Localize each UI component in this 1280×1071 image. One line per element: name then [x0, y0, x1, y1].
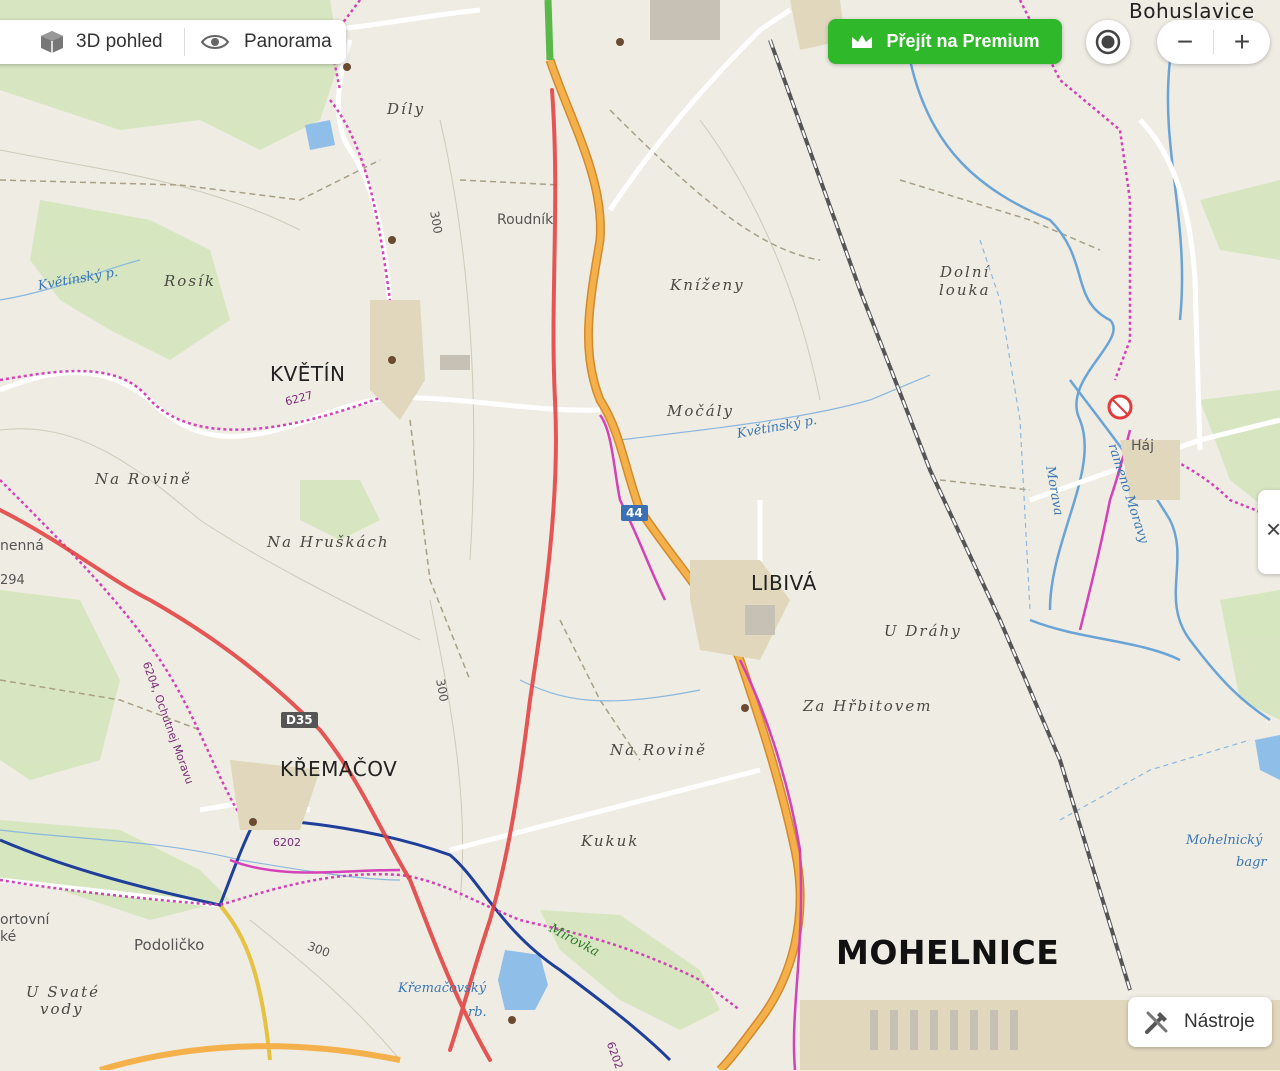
rivers — [908, 59, 1271, 722]
lake-label-mohelnicky: Mohelnický — [1186, 833, 1263, 848]
village-label-podolicko: Podoličko — [134, 936, 205, 954]
road-shield-d35: D35 — [281, 712, 318, 728]
map-canvas[interactable] — [0, 0, 1280, 1070]
tools-label: Nástroje — [1184, 1011, 1255, 1032]
crown-icon — [850, 32, 874, 52]
route-number-6202-1: 6202 — [273, 836, 301, 849]
village-label-haj: Háj — [1131, 438, 1154, 454]
village-label-roudnik: Roudník — [497, 212, 554, 228]
town-label-mohelnice: MOHELNICE — [836, 933, 1060, 972]
panorama-label: Panorama — [244, 31, 332, 52]
village-label-bohuslavice: Bohuslavice — [1129, 0, 1255, 23]
town-label-kremacov: KŘEMAČOV — [280, 757, 398, 781]
locality-label-vody: vody — [40, 1000, 84, 1018]
locality-label-knizeny: Kníženy — [670, 276, 745, 294]
locality-label-kukuk: Kukuk — [581, 832, 640, 850]
locality-label-za-hrbitovem: Za Hřbitovem — [803, 697, 933, 715]
side-panel-toggle[interactable]: × — [1258, 490, 1280, 574]
secondary-roads — [218, 903, 272, 1061]
elevation-label-294: 294 — [0, 573, 25, 588]
toolbar-divider — [184, 28, 185, 56]
locate-button[interactable] — [1086, 20, 1130, 64]
town-label-kvetin: KVĚTÍN — [270, 362, 346, 386]
lakes — [305, 120, 1280, 1010]
tools-button[interactable]: Nástroje — [1128, 997, 1272, 1047]
locate-icon — [1094, 28, 1122, 56]
contour-label-300-1: 300 — [427, 209, 445, 235]
road-shield-44: 44 — [621, 505, 648, 521]
view-3d-label: 3D pohled — [76, 31, 163, 52]
premium-button[interactable]: Přejít na Premium — [828, 19, 1062, 64]
highway-44 — [99, 0, 805, 1070]
zoom-in-button[interactable]: + — [1214, 20, 1270, 64]
buildings — [440, 0, 1018, 1050]
locality-label-dolni: Dolní — [940, 263, 991, 281]
locality-label-na-hruskach: Na Hruškách — [267, 533, 390, 551]
lake-label-bagr: bagr — [1236, 855, 1267, 870]
locality-label-rosik: Rosík — [164, 272, 216, 290]
zoom-controls: − + — [1157, 20, 1270, 64]
tracks — [0, 109, 1101, 761]
close-icon: × — [1266, 514, 1280, 544]
locality-label-na-rovine-2: Na Rovině — [610, 741, 707, 759]
village-label-ortovni: ortovní — [0, 912, 50, 928]
town-label-libiva: LIBIVÁ — [751, 571, 817, 595]
locality-label-louka: louka — [939, 281, 991, 299]
view-3d-button[interactable]: 3D pohled — [38, 20, 163, 64]
premium-label: Přejít na Premium — [886, 31, 1040, 51]
locality-label-mocaly: Močály — [667, 402, 735, 420]
eye-icon — [200, 31, 230, 53]
locality-label-na-rovine-1: Na Rovině — [95, 470, 192, 488]
no-cycling-sign — [1107, 394, 1133, 420]
zoom-out-button[interactable]: − — [1157, 20, 1213, 64]
pond-label-rb: rb. — [468, 1005, 487, 1020]
railway — [768, 39, 1132, 991]
locality-label-u-drahy: U Dráhy — [884, 622, 962, 640]
view-mode-bar: 3D pohled Panorama — [0, 20, 346, 64]
pond-label-kremacovsky: Křemačovský — [398, 981, 487, 996]
locality-label-u-svate: U Svaté — [26, 983, 101, 1001]
locality-label-dily: Díly — [387, 100, 426, 118]
village-label-nenna: nenná — [0, 538, 44, 554]
cube-icon — [38, 28, 66, 56]
village-label-ke: ké — [0, 929, 17, 945]
panorama-button[interactable]: Panorama — [200, 20, 332, 64]
contour-label-300-2: 300 — [433, 677, 451, 703]
tools-icon — [1142, 1007, 1172, 1037]
